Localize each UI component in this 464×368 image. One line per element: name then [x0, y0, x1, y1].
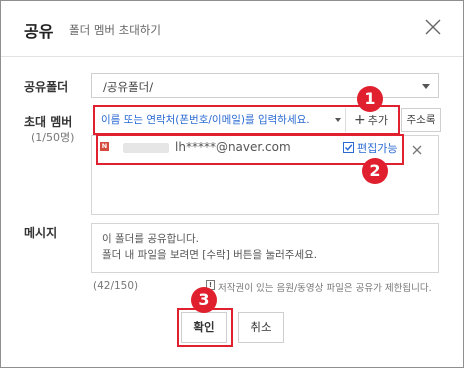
chevron-down-icon [422, 84, 430, 89]
message-textarea[interactable]: 이 폴더를 공유합니다. 폴더 내 파일을 보려면 [수락] 버튼을 눌러주세요… [91, 223, 439, 273]
annotation-badge-3: 3 [191, 287, 217, 313]
copyright-notice: 저작권이 있는 음원/동영상 파일은 공유가 제한됩니다. [218, 283, 432, 294]
cancel-button[interactable]: 취소 [238, 312, 284, 343]
close-icon[interactable] [421, 15, 445, 39]
dialog-header: 공유 폴더 멤버 초대하기 [1, 1, 463, 57]
folder-label: 공유폴더 [24, 80, 69, 94]
invite-label: 초대 멤버 [24, 115, 73, 129]
annotation-badge-2: 2 [362, 158, 388, 184]
annotation-highlight-3 [177, 308, 233, 347]
annotation-highlight-2 [96, 134, 404, 165]
annotation-highlight-1 [93, 105, 400, 135]
share-dialog: 공유 폴더 멤버 초대하기 공유폴더 /공유폴더/ 초대 멤버 (1/50명) … [0, 0, 464, 368]
remove-member-icon[interactable] [411, 141, 423, 155]
address-book-button[interactable]: 주소록 [401, 108, 441, 132]
message-line-2: 폴더 내 파일을 보려면 [수락] 버튼을 눌러주세요. [102, 249, 318, 261]
message-char-count: (42/150) [93, 280, 139, 292]
dialog-subtitle: 폴더 멤버 초대하기 [69, 23, 161, 37]
dialog-title: 공유 [24, 22, 54, 41]
message-line-1: 이 폴더를 공유합니다. [102, 233, 199, 245]
folder-select-value: /공유폴더/ [103, 80, 154, 94]
folder-select[interactable]: /공유폴더/ [91, 73, 439, 98]
annotation-badge-1: 1 [357, 86, 383, 112]
member-count: (1/50명) [31, 131, 75, 144]
message-label: 메시지 [24, 226, 58, 240]
